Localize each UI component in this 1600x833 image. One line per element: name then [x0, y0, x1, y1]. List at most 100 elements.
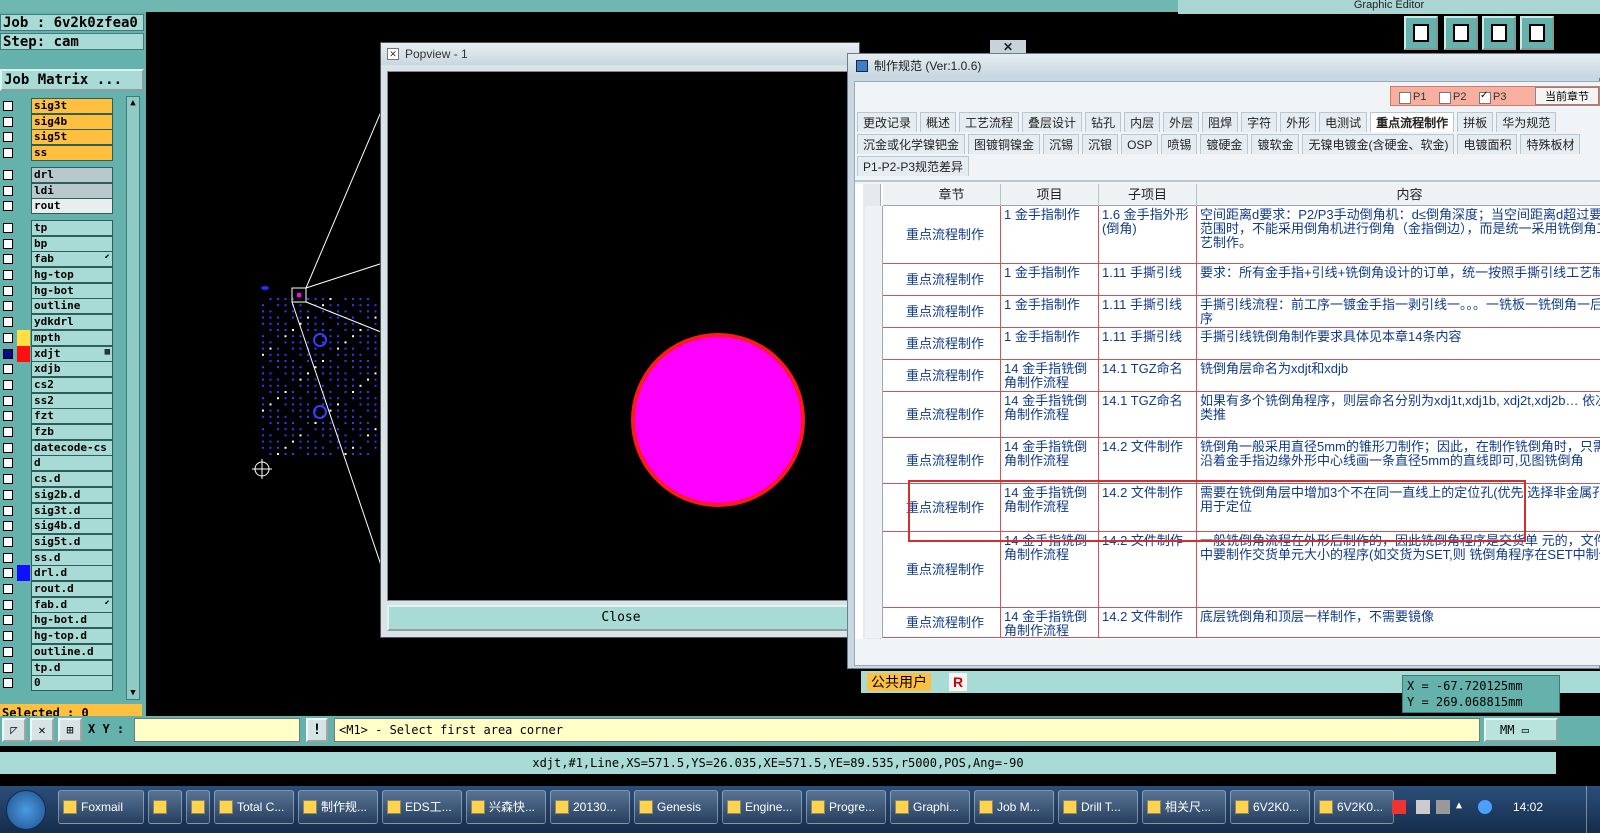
layer-checkbox[interactable]	[3, 615, 13, 626]
row-selector[interactable]	[865, 608, 883, 638]
layer-name[interactable]: tp	[31, 219, 113, 236]
column-header[interactable]: 项目	[1001, 184, 1099, 206]
layer-name[interactable]: tp.d	[31, 659, 113, 676]
layer-row[interactable]: fab ⬋	[0, 251, 116, 268]
layer-name[interactable]: outline	[31, 298, 113, 315]
p3-checkbox[interactable]: P3	[1479, 89, 1506, 104]
scroll-up-icon[interactable]: ▲	[127, 97, 139, 109]
tab[interactable]: 更改记录	[857, 112, 918, 132]
layer-name[interactable]: mpth	[31, 329, 113, 346]
layer-row[interactable]: hg-top	[0, 267, 116, 283]
layer-row[interactable]: sig4b	[0, 113, 116, 130]
layer-name[interactable]: hg-top.d	[31, 628, 113, 645]
layer-row[interactable]: sig3t.d	[0, 502, 116, 519]
layer-checkbox[interactable]	[3, 379, 13, 390]
layer-checkbox[interactable]	[3, 101, 13, 111]
layer-checkbox[interactable]	[3, 185, 13, 196]
layer-row[interactable]: outline.d	[0, 643, 116, 660]
tray-expand-icon[interactable]: ▲	[1456, 800, 1470, 814]
layer-name[interactable]: sig4b	[31, 113, 113, 130]
layer-name[interactable]: fab	[31, 251, 113, 268]
tab[interactable]: 喷锡	[1161, 134, 1198, 154]
layer-name[interactable]: rout.d	[31, 581, 113, 597]
layer-checkbox[interactable]	[3, 584, 13, 594]
layer-row[interactable]: datecode-cs	[0, 439, 116, 456]
layer-name[interactable]: sig3t	[31, 98, 113, 114]
table-row[interactable]: 重点流程制作 14 金手指铣倒角制作流程 14.1 TGZ命名 如果有多个铣倒角程序，…	[883, 392, 1600, 438]
row-selector[interactable]	[865, 532, 883, 608]
layer-name[interactable]: ss.d	[31, 549, 113, 566]
exclaim-button[interactable]: !	[306, 718, 328, 742]
select-icon[interactable]: ◸	[2, 718, 26, 742]
table-row[interactable]: 重点流程制作 1 金手指制作 1.11 手撕引线 要求：所有金手指+引线+铣倒角设计的…	[883, 264, 1600, 296]
layer-checkbox[interactable]	[3, 301, 13, 312]
layer-row[interactable]: ss.d	[0, 549, 116, 566]
column-header[interactable]: 内容	[1197, 184, 1600, 206]
popview-canvas[interactable]	[387, 71, 855, 601]
layer-name[interactable]: sig5t	[31, 129, 113, 146]
measure-icon[interactable]: ✕	[30, 718, 54, 742]
tab[interactable]: 无镍电镀金(含硬金、软金)	[1302, 134, 1455, 154]
layer-checkbox[interactable]	[3, 521, 13, 532]
layer-name[interactable]: drl.d	[31, 565, 113, 582]
table-row[interactable]: 重点流程制作 14 金手指铣倒角制作流程 14.2 文件制作 一般铣倒角流程在外形后制…	[883, 532, 1600, 608]
layer-row[interactable]: bp	[0, 235, 116, 252]
row-selector[interactable]	[865, 438, 883, 484]
layer-row[interactable]: tp	[0, 219, 116, 236]
layer-row[interactable]: hg-top.d	[0, 628, 116, 645]
unit-selector[interactable]: MM ▭	[1484, 718, 1558, 742]
p1-checkbox[interactable]: P1	[1399, 90, 1426, 104]
layer-name[interactable]: ldi	[31, 182, 113, 199]
layer-checkbox[interactable]	[3, 116, 13, 127]
layer-row[interactable]: xdjt ▦	[0, 345, 116, 362]
layer-checkbox[interactable]	[3, 395, 13, 406]
layer-row[interactable]: hg-bot	[0, 282, 116, 299]
layer-row[interactable]: ss	[0, 145, 116, 162]
layer-name[interactable]: fzt	[31, 408, 113, 425]
table-row[interactable]: 重点流程制作 14 金手指铣倒角制作流程 14.1 TGZ命名 铣倒角层命名为xdjt…	[883, 360, 1600, 392]
table-row[interactable]: 重点流程制作 1 金手指制作 1.11 手撕引线 手撕引线铣倒角制作要求具体见本章14…	[883, 328, 1600, 360]
tab[interactable]: 阻焊	[1202, 112, 1239, 132]
tab[interactable]: OSP	[1121, 134, 1159, 154]
taskbar-button[interactable]: Graphi...	[890, 790, 970, 824]
layer-name[interactable]: ydkdrl	[31, 314, 113, 331]
layer-row[interactable]: sig5t	[0, 129, 116, 146]
layer-row[interactable]: ydkdrl	[0, 314, 116, 331]
column-header[interactable]: 子项目	[1099, 184, 1197, 206]
layer-checkbox[interactable]	[3, 332, 13, 343]
row-selector[interactable]	[865, 360, 883, 392]
layer-name[interactable]: 0	[31, 675, 113, 692]
tab[interactable]: 叠层设计	[1022, 112, 1083, 132]
xy-input[interactable]	[134, 718, 300, 742]
tray-monitor-icon[interactable]	[1436, 800, 1450, 814]
tab[interactable]: 工艺流程	[959, 112, 1020, 132]
layer-checkbox[interactable]	[3, 254, 13, 265]
layer-name[interactable]: datecode-cs	[31, 439, 113, 456]
layer-row[interactable]: cs.d	[0, 471, 116, 488]
row-selector[interactable]	[865, 296, 883, 328]
layer-name[interactable]: cs.d	[31, 471, 113, 488]
layer-checkbox[interactable]	[3, 238, 13, 249]
table-row[interactable]: 重点流程制作 1 金手指制作 1.11 手撕引线 手撕引线流程：前工序一镀金手指一剥引…	[883, 296, 1600, 328]
tab[interactable]: 外形	[1280, 112, 1317, 132]
layer-name[interactable]: hg-top	[31, 267, 113, 283]
layer-row[interactable]: d	[0, 455, 116, 472]
layer-row[interactable]: sig5t.d	[0, 533, 116, 550]
tab[interactable]: 字符	[1241, 112, 1278, 132]
tab[interactable]: 电测试	[1319, 112, 1368, 132]
layer-row[interactable]: drl.d	[0, 565, 116, 582]
show-desktop-button[interactable]	[1586, 786, 1600, 833]
layer-row[interactable]: fzb	[0, 424, 116, 440]
layer-name[interactable]: fab.d	[31, 596, 113, 613]
layer-checkbox[interactable]	[3, 646, 13, 657]
layer-checkbox[interactable]	[3, 132, 13, 143]
layer-checkbox[interactable]	[3, 317, 13, 328]
layer-row[interactable]: 0	[0, 675, 116, 692]
tab[interactable]: 镀软金	[1251, 134, 1300, 154]
layer-name[interactable]: xdjb	[31, 361, 113, 378]
layer-checkbox[interactable]	[3, 270, 13, 280]
taskbar-button[interactable]: EDS工...	[382, 790, 462, 824]
toolbar-download-icon[interactable]	[1444, 16, 1478, 50]
layer-row[interactable]: mpth	[0, 329, 116, 346]
taskbar-button[interactable]: 20130...	[550, 790, 630, 824]
